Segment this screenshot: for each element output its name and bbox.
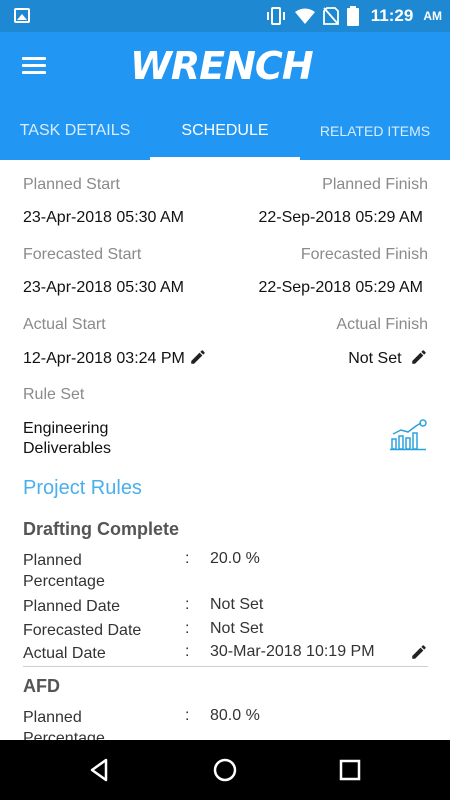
forecasted-date-label: Forecasted Date <box>23 622 142 639</box>
app-bar: WRENCH TASK DETAILS SCHEDULE RELATED ITE… <box>0 32 450 160</box>
planned-values-row: 23-Apr-2018 05:30 AM 22-Sep-2018 05:29 A… <box>23 209 428 231</box>
battery-icon <box>346 6 359 26</box>
tab-related-items[interactable]: RELATED ITEMS <box>300 102 450 160</box>
planned-labels-row: Planned Start Planned Finish <box>23 176 428 198</box>
status-icons: 11:29 AM <box>265 0 442 32</box>
rule-planned-percentage-row: Planned Percentage : 80.0 % <box>23 707 428 740</box>
rule-forecasted-date-row: Forecasted Date : Not Set <box>23 620 428 642</box>
planned-percentage-label-line2: Percentage <box>23 730 105 740</box>
vibrate-icon <box>266 7 285 25</box>
planned-finish-label: Planned Finish <box>322 176 428 193</box>
rule-planned-percentage-row: Planned Percentage : 20.0 % <box>23 550 428 594</box>
forecasted-labels-row: Forecasted Start Forecasted Finish <box>23 246 428 268</box>
rule-planned-date-row: Planned Date : Not Set <box>23 596 428 618</box>
actual-date-value: 30-Mar-2018 10:19 PM <box>210 643 375 660</box>
edit-actual-date-icon[interactable] <box>410 643 428 661</box>
schedule-content[interactable]: Planned Start Planned Finish 23-Apr-2018… <box>0 160 450 740</box>
rule-chart-icon[interactable] <box>390 419 428 451</box>
rule-title-row: AFD <box>23 676 428 700</box>
project-rules-header: Project Rules <box>23 477 428 505</box>
actual-finish-value: Not Set <box>348 350 402 367</box>
planned-date-value: Not Set <box>210 596 264 613</box>
actual-start-value: 12-Apr-2018 03:24 PM <box>23 350 185 367</box>
kv-colon: : <box>185 596 190 613</box>
rule-set-row: Engineering Deliverables <box>23 419 428 461</box>
actual-finish-label: Actual Finish <box>336 316 428 333</box>
clock-time: 11:29 <box>370 6 414 25</box>
hamburger-menu-icon[interactable] <box>18 50 52 80</box>
planned-percentage-label-line2: Percentage <box>23 573 105 590</box>
app-logo: WRENCH <box>130 44 314 88</box>
rule-title: Drafting Complete <box>23 519 180 539</box>
planned-percentage-label-line1: Planned <box>23 552 82 569</box>
status-bar: 11:29 AM <box>0 0 450 32</box>
rule-set-value-line2: Deliverables <box>23 440 112 457</box>
actual-values-row: 12-Apr-2018 03:24 PM Not Set <box>23 348 428 372</box>
forecasted-finish-value: 22-Sep-2018 05:29 AM <box>258 279 423 296</box>
actual-start-label: Actual Start <box>23 316 106 333</box>
kv-colon: : <box>185 550 190 567</box>
kv-colon: : <box>185 620 190 637</box>
rule-divider <box>23 666 428 667</box>
planned-percentage-label: Planned Percentage <box>23 707 183 740</box>
home-icon[interactable] <box>210 755 240 785</box>
kv-colon: : <box>185 643 190 660</box>
planned-percentage-value: 80.0 % <box>210 707 260 724</box>
planned-date-label: Planned Date <box>23 598 120 615</box>
rule-set-label-row: Rule Set <box>23 386 428 408</box>
clock-ampm: AM <box>423 9 442 23</box>
rule-set-value: Engineering Deliverables <box>23 419 111 459</box>
rule-title: AFD <box>23 676 60 696</box>
rule-set-label: Rule Set <box>23 386 85 403</box>
tab-task-details[interactable]: TASK DETAILS <box>0 102 150 160</box>
no-sim-icon <box>322 7 339 25</box>
tab-bar: TASK DETAILS SCHEDULE RELATED ITEMS <box>0 102 450 160</box>
forecasted-start-value: 23-Apr-2018 05:30 AM <box>23 279 184 296</box>
recents-icon[interactable] <box>335 755 365 785</box>
project-rules-title: Project Rules <box>23 477 142 499</box>
actual-start-group: 12-Apr-2018 03:24 PM <box>23 348 207 368</box>
image-notification-icon <box>14 8 30 23</box>
planned-percentage-label-line1: Planned <box>23 709 82 726</box>
rule-actual-date-row: Actual Date : 30-Mar-2018 10:19 PM <box>23 643 428 667</box>
edit-actual-start-icon[interactable] <box>189 348 207 366</box>
planned-percentage-value: 20.0 % <box>210 550 260 567</box>
forecasted-finish-label: Forecasted Finish <box>300 246 428 263</box>
tab-schedule[interactable]: SCHEDULE <box>150 102 300 160</box>
system-nav-bar <box>0 740 450 800</box>
kv-colon: : <box>185 707 190 724</box>
rule-title-row: Drafting Complete <box>23 519 428 543</box>
actual-labels-row: Actual Start Actual Finish <box>23 316 428 338</box>
forecasted-values-row: 23-Apr-2018 05:30 AM 22-Sep-2018 05:29 A… <box>23 279 428 301</box>
actual-date-label: Actual Date <box>23 645 106 662</box>
back-icon[interactable] <box>85 755 115 785</box>
wifi-icon <box>294 8 315 24</box>
planned-percentage-label: Planned Percentage <box>23 550 183 592</box>
planned-finish-value: 22-Sep-2018 05:29 AM <box>258 209 423 226</box>
rule-set-value-line1: Engineering <box>23 420 109 437</box>
forecasted-start-label: Forecasted Start <box>23 246 142 263</box>
actual-finish-group: Not Set <box>348 348 428 368</box>
edit-actual-finish-icon[interactable] <box>410 348 428 366</box>
forecasted-date-value: Not Set <box>210 620 264 637</box>
planned-start-value: 23-Apr-2018 05:30 AM <box>23 209 184 226</box>
planned-start-label: Planned Start <box>23 176 120 193</box>
